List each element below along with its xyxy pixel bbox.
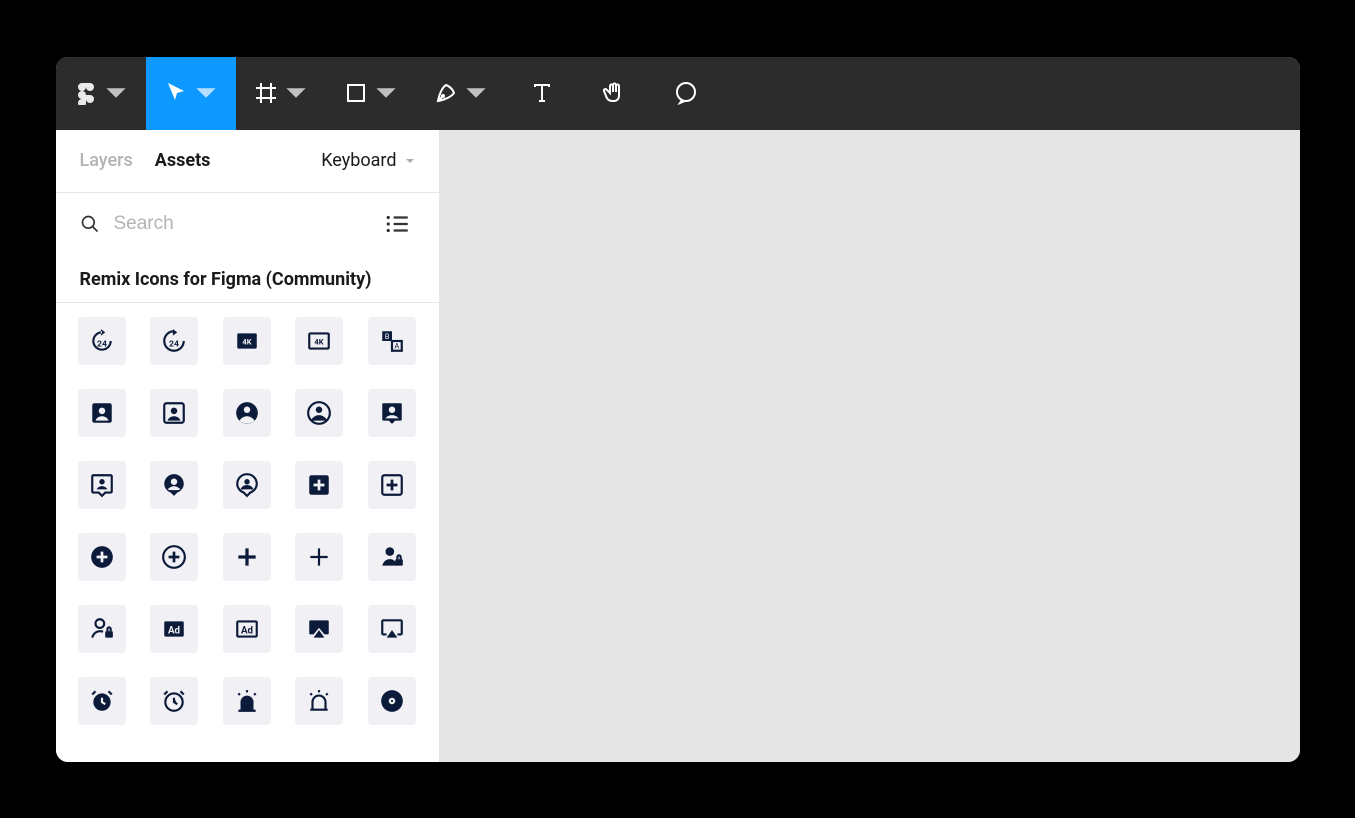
24-hours-line-icon xyxy=(161,328,187,354)
toolbar xyxy=(56,57,1300,130)
add-box-fill-icon xyxy=(306,472,332,498)
account-box-fill-icon xyxy=(89,400,115,426)
asset-grid xyxy=(56,303,439,739)
asset-account-box-line[interactable] xyxy=(150,389,198,437)
chevron-down-icon xyxy=(374,81,398,105)
account-pin-circle-line-icon xyxy=(234,472,260,498)
album-fill-icon xyxy=(379,688,405,714)
figma-menu[interactable] xyxy=(56,57,146,130)
asset-account-pin-circle-fill[interactable] xyxy=(150,461,198,509)
asset-alarm-warning-line[interactable] xyxy=(295,677,343,725)
chevron-down-icon xyxy=(405,156,415,166)
asset-add-circle-line[interactable] xyxy=(150,533,198,581)
4k-line-icon xyxy=(306,328,332,354)
alarm-line-icon xyxy=(161,688,187,714)
asset-airplay-fill[interactable] xyxy=(295,605,343,653)
admin-line-icon xyxy=(89,616,115,642)
move-tool[interactable] xyxy=(146,57,236,130)
asset-24-hours-fill[interactable] xyxy=(78,317,126,365)
asset-alarm-line[interactable] xyxy=(150,677,198,725)
alarm-warning-line-icon xyxy=(306,688,332,714)
4k-fill-icon xyxy=(234,328,260,354)
account-box-line-icon xyxy=(161,400,187,426)
chevron-down-icon xyxy=(104,81,128,105)
airplay-fill-icon xyxy=(306,616,332,642)
pen-tool[interactable] xyxy=(416,57,506,130)
asset-advertisement-fill[interactable] xyxy=(150,605,198,653)
account-pin-circle-fill-icon xyxy=(161,472,187,498)
add-line-icon xyxy=(306,544,332,570)
advertisement-fill-icon xyxy=(161,616,187,642)
alarm-warning-fill-icon xyxy=(234,688,260,714)
account-circle-line-icon xyxy=(306,400,332,426)
a-b-translate-icon xyxy=(379,328,405,354)
frame-tool[interactable] xyxy=(236,57,326,130)
asset-account-pin-box-fill[interactable] xyxy=(368,389,416,437)
add-box-line-icon xyxy=(379,472,405,498)
admin-fill-icon xyxy=(379,544,405,570)
asset-account-circle-line[interactable] xyxy=(295,389,343,437)
asset-add-box-line[interactable] xyxy=(368,461,416,509)
list-view-icon[interactable] xyxy=(385,211,411,237)
asset-a-b-translate[interactable] xyxy=(368,317,416,365)
asset-24-hours-line[interactable] xyxy=(150,317,198,365)
asset-admin-fill[interactable] xyxy=(368,533,416,581)
advertisement-line-icon xyxy=(234,616,260,642)
account-circle-fill-icon xyxy=(234,400,260,426)
app-window: Layers Assets Keyboard Remix Icons for F… xyxy=(56,57,1300,762)
main-area: Layers Assets Keyboard Remix Icons for F… xyxy=(56,130,1300,762)
asset-advertisement-line[interactable] xyxy=(223,605,271,653)
search-input[interactable] xyxy=(114,213,359,235)
alarm-fill-icon xyxy=(89,688,115,714)
chevron-down-icon xyxy=(284,81,308,105)
left-panel: Layers Assets Keyboard Remix Icons for F… xyxy=(56,130,439,762)
library-section-header[interactable]: Remix Icons for Figma (Community) xyxy=(56,255,439,303)
24-hours-fill-icon xyxy=(89,328,115,354)
panel-tabs: Layers Assets Keyboard xyxy=(56,130,439,193)
asset-admin-line[interactable] xyxy=(78,605,126,653)
asset-airplay-line[interactable] xyxy=(368,605,416,653)
add-circle-line-icon xyxy=(161,544,187,570)
asset-account-pin-box-line[interactable] xyxy=(78,461,126,509)
asset-account-pin-circle-line[interactable] xyxy=(223,461,271,509)
asset-add-box-fill[interactable] xyxy=(295,461,343,509)
asset-add-circle-fill[interactable] xyxy=(78,533,126,581)
account-pin-box-fill-icon xyxy=(379,400,405,426)
tab-layers[interactable]: Layers xyxy=(80,150,133,171)
page-selector-label: Keyboard xyxy=(321,150,396,171)
chevron-down-icon xyxy=(464,81,488,105)
rectangle-tool[interactable] xyxy=(326,57,416,130)
add-circle-fill-icon xyxy=(89,544,115,570)
asset-add-line[interactable] xyxy=(295,533,343,581)
hand-tool[interactable] xyxy=(578,57,650,130)
airplay-line-icon xyxy=(379,616,405,642)
comment-tool[interactable] xyxy=(650,57,722,130)
account-pin-box-line-icon xyxy=(89,472,115,498)
asset-account-box-fill[interactable] xyxy=(78,389,126,437)
asset-account-circle-fill[interactable] xyxy=(223,389,271,437)
asset-alarm-warning-fill[interactable] xyxy=(223,677,271,725)
search-row xyxy=(56,193,439,255)
text-tool[interactable] xyxy=(506,57,578,130)
asset-add-fill[interactable] xyxy=(223,533,271,581)
search-icon xyxy=(80,214,100,234)
asset-alarm-fill[interactable] xyxy=(78,677,126,725)
add-fill-icon xyxy=(234,544,260,570)
asset-4k-line[interactable] xyxy=(295,317,343,365)
chevron-down-icon xyxy=(194,81,218,105)
page-selector[interactable]: Keyboard xyxy=(321,150,414,171)
canvas[interactable] xyxy=(439,130,1300,762)
asset-4k-fill[interactable] xyxy=(223,317,271,365)
tab-assets[interactable]: Assets xyxy=(155,150,211,171)
asset-album-fill[interactable] xyxy=(368,677,416,725)
